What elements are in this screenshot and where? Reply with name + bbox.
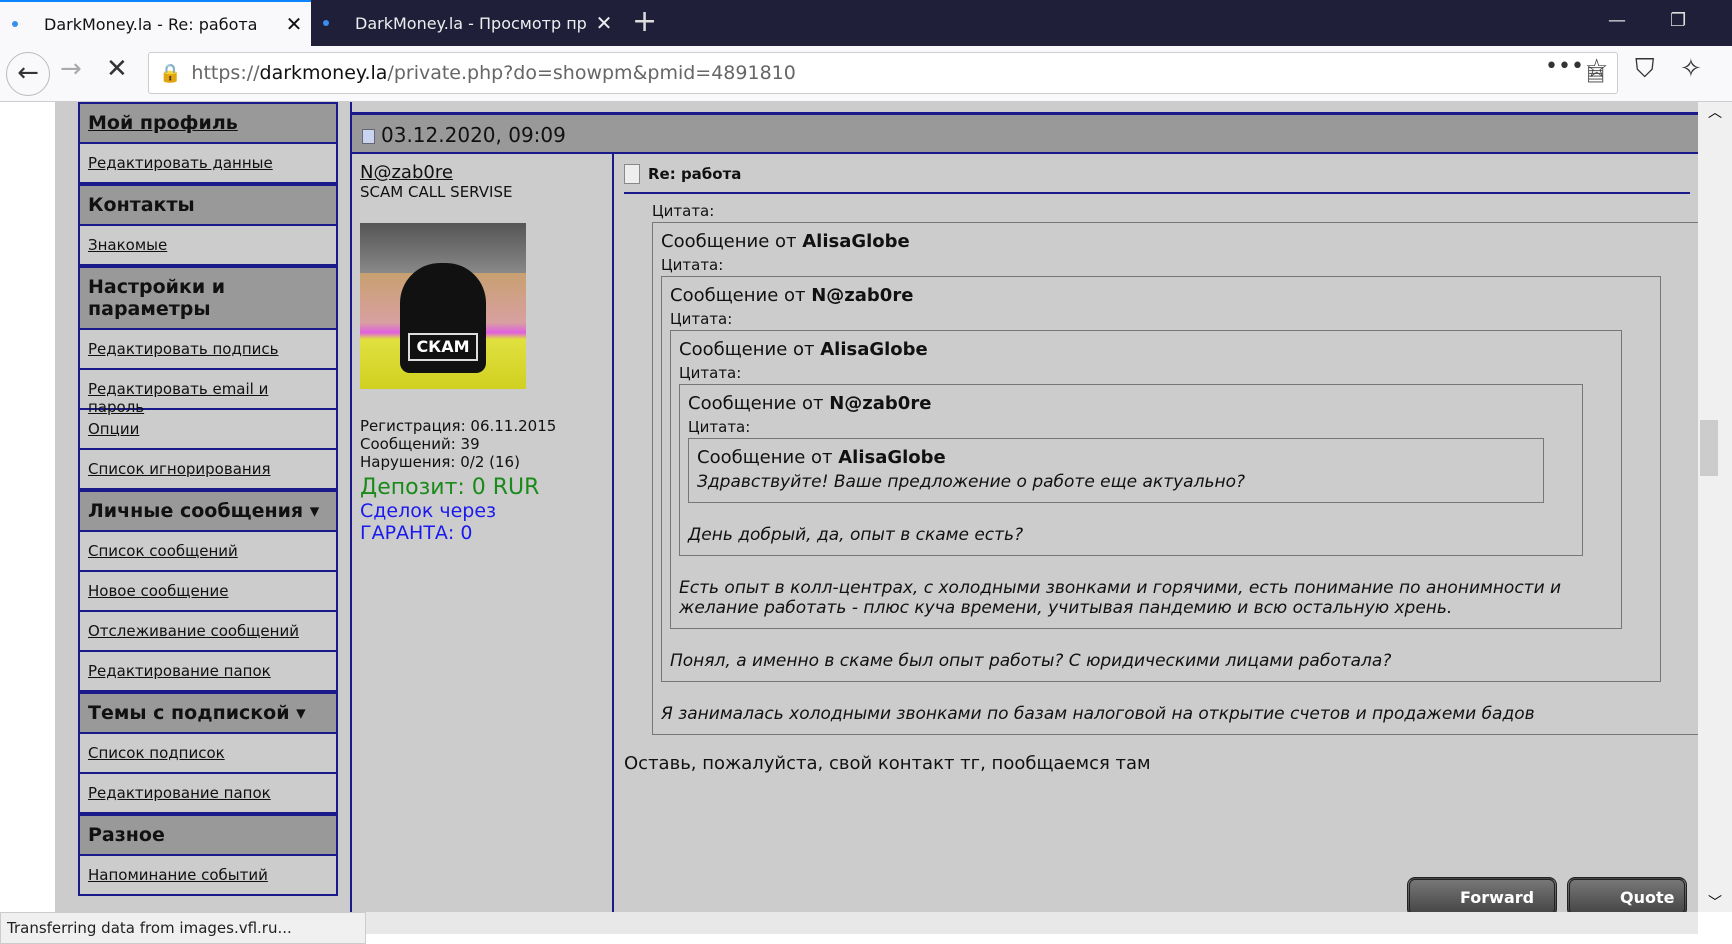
post-title: Re: работа xyxy=(624,154,1690,194)
quote-box: Сообщение от AlisaGlobe Цитата: Сообщение … xyxy=(670,330,1622,629)
user-cp-sidebar: Мой профиль Редактировать данные Контакты З… xyxy=(78,102,338,896)
page-content: Мой профиль Редактировать данные Контакты З… xyxy=(0,102,1698,912)
tab-inactive[interactable]: DarkMoney.la - Просмотр про ✕ xyxy=(311,0,621,46)
quote-author: N@zab0re xyxy=(811,285,914,306)
forward-icon[interactable]: → xyxy=(60,54,82,84)
sidebar-link[interactable]: Опции xyxy=(80,410,336,450)
horizontal-scrollbar[interactable] xyxy=(366,912,1698,934)
quote-text: Понял, а именно в скаме был опыт работы?… xyxy=(670,651,1392,671)
quote-author: N@zab0re xyxy=(829,393,932,414)
sidebar-link[interactable]: Список подписок xyxy=(80,734,336,774)
sidebar-link[interactable]: Редактирование папок xyxy=(80,774,336,814)
status-bar: Transferring data from images.vfl.ru... xyxy=(0,912,366,944)
sidebar-link[interactable]: Редактирование папок xyxy=(80,652,336,692)
close-tab-icon[interactable]: ✕ xyxy=(587,11,621,35)
quote-text: Есть опыт в колл-центрах, с холодными зв… xyxy=(679,578,1562,618)
tab-bar: DarkMoney.la - Re: работа ✕ DarkMoney.la … xyxy=(0,0,1732,46)
post-body: Re: работа Цитата: Сообщение от AlisaGlob… xyxy=(616,154,1698,912)
user-info: N@zab0re SCAM CALL SERVISE СКАМ Регистра… xyxy=(352,154,614,912)
loading-dot-icon xyxy=(323,20,329,26)
quote-author: AlisaGlobe xyxy=(838,447,946,468)
sidebar-header: Личные сообщения ▾ xyxy=(80,490,336,532)
sidebar-link[interactable]: Список сообщений xyxy=(80,532,336,572)
sidebar-header: Темы с подпиской ▾ xyxy=(80,692,336,734)
sidebar-header: Разное xyxy=(80,814,336,856)
quote-label: Цитата: xyxy=(679,364,742,382)
deals-label: Сделок через xyxy=(360,500,497,522)
tab-active[interactable]: DarkMoney.la - Re: работа ✕ xyxy=(0,0,311,46)
quote-author: AlisaGlobe xyxy=(820,339,928,360)
sidebar-header: Контакты xyxy=(80,184,336,226)
back-icon[interactable]: ← xyxy=(6,52,50,96)
deals-count: ГАРАНТА: 0 xyxy=(360,522,473,544)
new-tab-icon[interactable]: + xyxy=(632,4,657,39)
quote-text: Я занималась холодными звонками по базам… xyxy=(661,704,1535,724)
vertical-scrollbar[interactable]: ︿ ﹀ xyxy=(1698,102,1732,912)
bookmark-star-icon[interactable]: ☆ xyxy=(1585,54,1608,84)
sidebar-link[interactable]: Редактировать email и пароль xyxy=(80,370,336,416)
restore-icon[interactable]: ❐ xyxy=(1670,10,1686,31)
forward-button[interactable]: Forward xyxy=(1407,877,1557,912)
loading-dot-icon xyxy=(12,21,18,27)
sidebar-header[interactable]: Мой профиль xyxy=(80,102,336,144)
url-bar[interactable]: 🔒 https://darkmoney.la/private.php?do=sho… xyxy=(148,52,1618,94)
sidebar-link[interactable]: Отслеживание сообщений xyxy=(80,612,336,652)
quote-label: Цитата: xyxy=(661,256,724,274)
quote-button[interactable]: Quote xyxy=(1567,877,1687,912)
registration-date: Регистрация: 06.11.2015 xyxy=(360,417,557,435)
sidebar-header: Настройки и параметры xyxy=(80,266,336,330)
stop-icon[interactable]: ✕ xyxy=(106,54,128,84)
quote-box: Сообщение от N@zab0re Цитата: Сообщение от… xyxy=(679,384,1583,556)
post-icon xyxy=(362,129,375,144)
quote-text: Здравствуйте! Ваше предложение о работе … xyxy=(697,472,1246,492)
user-title: SCAM CALL SERVISE xyxy=(360,183,513,201)
minimize-icon[interactable]: — xyxy=(1608,10,1626,31)
scrollbar-thumb[interactable] xyxy=(1700,420,1718,476)
sidebar-link[interactable]: Новое сообщение xyxy=(80,572,336,612)
document-icon xyxy=(624,164,640,184)
avatar-sign: СКАМ xyxy=(408,333,478,361)
close-tab-icon[interactable]: ✕ xyxy=(277,12,311,36)
quote-text: День добрый, да, опыт в скаме есть? xyxy=(688,525,1024,545)
extensions-icon[interactable]: ✧ xyxy=(1680,54,1702,84)
quote-from-label: Сообщение от xyxy=(670,285,812,306)
quote-from-label: Сообщение от xyxy=(697,447,839,468)
sidebar-link[interactable]: Знакомые xyxy=(80,226,336,266)
quote-from-label: Сообщение от xyxy=(688,393,830,414)
sidebar-link[interactable]: Список игнорирования xyxy=(80,450,336,490)
insecure-lock-icon: 🔒 xyxy=(159,62,182,84)
shield-icon[interactable]: ⛉ xyxy=(1635,54,1655,85)
quote-label: Цитата: xyxy=(652,202,715,220)
quote-label: Цитата: xyxy=(688,418,751,436)
quote-box: Сообщение от AlisaGlobe Цитата: Сообщение … xyxy=(652,222,1698,735)
quote-box: Сообщение от N@zab0re Цитата: Сообщение от… xyxy=(661,276,1661,682)
quote-from-label: Сообщение от xyxy=(679,339,821,360)
sidebar-link[interactable]: Напоминание событий xyxy=(80,856,336,896)
violations: Нарушения: 0/2 (16) xyxy=(360,453,520,471)
quote-box: Сообщение от AlisaGlobe Здравствуйте! Ваш… xyxy=(688,438,1544,503)
sidebar-link[interactable]: Редактировать данные xyxy=(80,144,336,184)
avatar: СКАМ xyxy=(360,223,526,389)
navigation-bar: ← → ✕ 🔒 https://darkmoney.la/private.php?… xyxy=(0,46,1732,102)
sidebar-link[interactable]: Редактировать подпись xyxy=(80,330,336,370)
quote-from-label: Сообщение от xyxy=(661,231,803,252)
post-date-bar: 03.12.2020, 09:09 xyxy=(352,112,1698,154)
message-count: Сообщений: 39 xyxy=(360,435,480,453)
quote-author: AlisaGlobe xyxy=(802,231,910,252)
reply-text: Оставь, пожалуйста, свой контакт тг, поо… xyxy=(624,753,1151,774)
author-link[interactable]: N@zab0re xyxy=(360,162,604,183)
message-area: 03.12.2020, 09:09 N@zab0re SCAM CALL SER… xyxy=(350,102,1698,912)
quote-label: Цитата: xyxy=(670,310,733,328)
more-icon[interactable]: ••• xyxy=(1545,54,1584,79)
deposit: Депозит: 0 RUR xyxy=(360,475,540,500)
